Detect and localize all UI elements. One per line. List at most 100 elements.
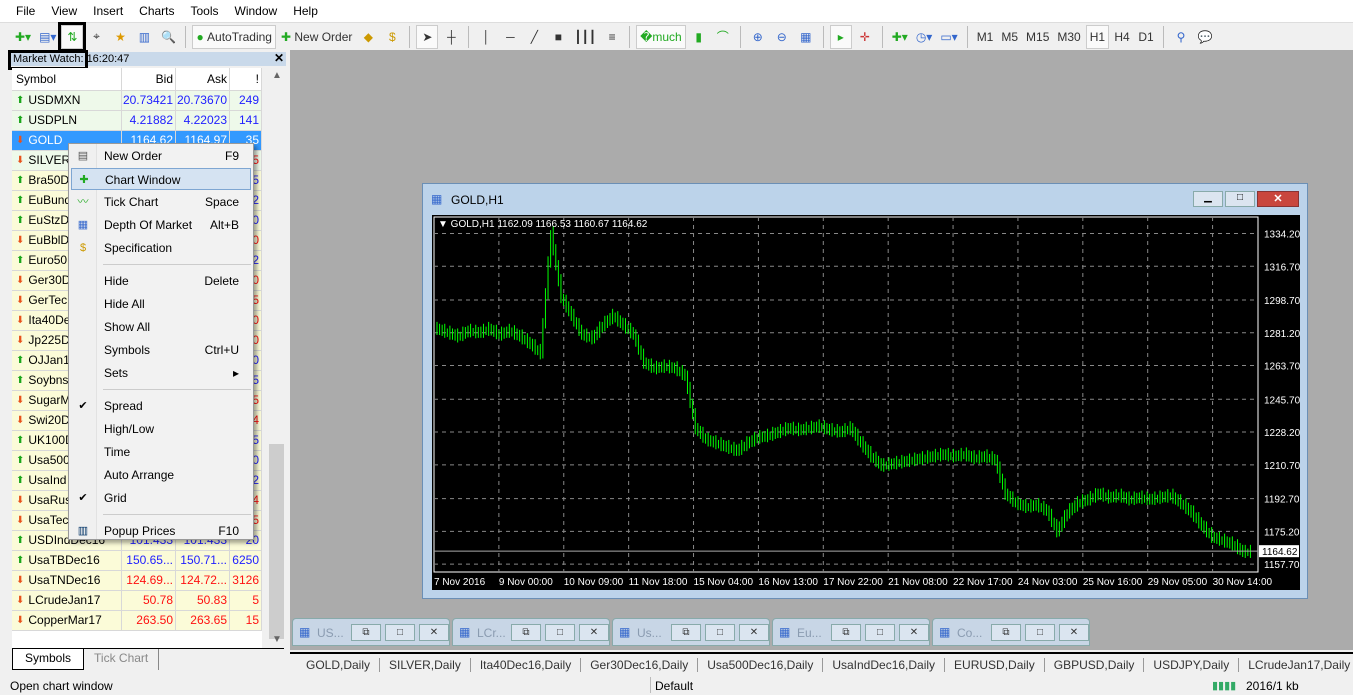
restore-button[interactable]: ⧉ bbox=[991, 624, 1021, 641]
minimized-chart-window[interactable]: ▦ LCr... ⧉ □ ✕ bbox=[452, 618, 610, 646]
maximize-button[interactable]: □ bbox=[545, 624, 575, 641]
timeframe-m30[interactable]: M30 bbox=[1054, 25, 1083, 49]
horizontal-line-icon[interactable]: ─ bbox=[499, 25, 521, 49]
autotrading-button[interactable]: ● AutoTrading bbox=[192, 24, 276, 49]
timeframe-m1[interactable]: M1 bbox=[974, 25, 997, 49]
column-header[interactable]: Symbol bbox=[12, 68, 122, 90]
menu-item-tick-chart[interactable]: 〰 Tick Chart Space bbox=[71, 191, 251, 213]
cursor-icon[interactable]: ➤ bbox=[416, 24, 439, 49]
minimized-chart-window[interactable]: ▦ Us... ⧉ □ ✕ bbox=[612, 618, 770, 646]
terminal-icon[interactable]: ▥ bbox=[133, 25, 155, 49]
restore-button[interactable]: ⧉ bbox=[671, 624, 701, 641]
chart-tab[interactable]: USDJPY,Daily bbox=[1144, 658, 1240, 672]
autoscroll-icon[interactable]: ▸ bbox=[829, 24, 852, 49]
timeframe-d1[interactable]: D1 bbox=[1135, 25, 1157, 49]
menu-item-hide-all[interactable]: Hide All bbox=[71, 293, 251, 315]
menu-item-chart-window[interactable]: ✚ Chart Window bbox=[71, 168, 251, 190]
timeframe-h1[interactable]: H1 bbox=[1085, 24, 1110, 49]
menu-item-show-all[interactable]: Show All bbox=[71, 316, 251, 338]
templates-icon[interactable]: ▭▾ bbox=[937, 25, 960, 49]
restore-button[interactable]: ⧉ bbox=[351, 624, 381, 641]
restore-button[interactable]: ⧉ bbox=[511, 624, 541, 641]
column-header[interactable]: ! bbox=[230, 68, 262, 90]
close-button[interactable]: ✕ bbox=[739, 624, 769, 641]
maximize-button[interactable]: □ bbox=[385, 624, 415, 641]
menu-item-time[interactable]: Time bbox=[71, 441, 251, 463]
menu-item-spread[interactable]: ✔ Spread bbox=[71, 395, 251, 417]
restore-button[interactable]: ⧉ bbox=[831, 624, 861, 641]
scroll-down-icon[interactable]: ▼ bbox=[272, 634, 282, 645]
search-icon[interactable]: ⚲ bbox=[1170, 25, 1192, 49]
column-header[interactable]: Ask bbox=[176, 68, 230, 90]
navigator-icon[interactable]: ⌖ bbox=[85, 25, 107, 49]
chart-tab[interactable]: GOLD,Daily bbox=[290, 658, 381, 672]
tile-windows-icon[interactable]: ▦ bbox=[795, 25, 817, 49]
column-header[interactable]: Bid bbox=[122, 68, 176, 90]
crosshair-icon[interactable]: ┼ bbox=[440, 25, 462, 49]
tab-tick-chart[interactable]: Tick Chart bbox=[84, 649, 160, 670]
timeframe-m15[interactable]: M15 bbox=[1023, 25, 1052, 49]
meta-editor-icon[interactable]: ◆ bbox=[357, 25, 379, 49]
chart-tab[interactable]: SILVER,Daily bbox=[380, 658, 471, 672]
tab-symbols[interactable]: Symbols bbox=[12, 649, 85, 670]
new-chart-icon[interactable]: ✚▾ bbox=[12, 25, 34, 49]
table-row[interactable]: ⬇ CopperMar17 263.50 263.65 15 bbox=[12, 611, 262, 631]
table-row[interactable]: ⬆ USDMXN 20.73421 20.73670 249 bbox=[12, 91, 262, 111]
chart-tab[interactable]: Ita40Dec16,Daily bbox=[471, 658, 582, 672]
maximize-button[interactable]: □ bbox=[1025, 624, 1055, 641]
menu-view[interactable]: View bbox=[43, 4, 85, 18]
timeframe-m5[interactable]: M5 bbox=[998, 25, 1021, 49]
menu-item-specification[interactable]: $ Specification bbox=[71, 237, 251, 259]
chart-tab[interactable]: UsaIndDec16,Daily bbox=[823, 658, 946, 672]
market-watch-button[interactable]: ⇅ bbox=[58, 21, 87, 52]
menu-tools[interactable]: Tools bbox=[183, 4, 227, 18]
zoom-in-icon[interactable]: ⊕ bbox=[747, 25, 769, 49]
tester-icon[interactable]: 🔍 bbox=[157, 25, 179, 49]
scroll-thumb[interactable] bbox=[269, 444, 284, 639]
menu-item-grid[interactable]: ✔ Grid bbox=[71, 487, 251, 509]
price-chart[interactable]: 1334.20 1316.70 1298.70 1281.20 1263.70 1245.… bbox=[432, 215, 1300, 590]
menu-help[interactable]: Help bbox=[285, 4, 326, 18]
close-button[interactable]: ✕ bbox=[1059, 624, 1089, 641]
vertical-line-icon[interactable]: │ bbox=[475, 25, 497, 49]
scrollbar[interactable]: ▲ ▼ bbox=[268, 68, 285, 648]
minimized-chart-window[interactable]: ▦ Co... ⧉ □ ✕ bbox=[932, 618, 1090, 646]
profiles-icon[interactable]: ▤▾ bbox=[36, 25, 59, 49]
menu-item-auto-arrange[interactable]: Auto Arrange bbox=[71, 464, 251, 486]
close-button[interactable]: ✕ bbox=[419, 624, 449, 641]
close-button[interactable]: ✕ bbox=[1257, 191, 1299, 207]
favorites-icon[interactable]: ★ bbox=[109, 25, 131, 49]
menu-item-sets[interactable]: Sets ▸ bbox=[71, 362, 251, 384]
menu-item-hide[interactable]: Hide Delete bbox=[71, 270, 251, 292]
dollar-icon[interactable]: $ bbox=[381, 25, 403, 49]
scroll-up-icon[interactable]: ▲ bbox=[272, 70, 282, 81]
minimized-chart-window[interactable]: ▦ Eu... ⧉ □ ✕ bbox=[772, 618, 930, 646]
zoom-out-icon[interactable]: ⊖ bbox=[771, 25, 793, 49]
menu-file[interactable]: File bbox=[8, 4, 43, 18]
close-icon[interactable]: ✕ bbox=[274, 51, 284, 65]
maximize-button[interactable]: □ bbox=[865, 624, 895, 641]
chart-tab[interactable]: EURUSD,Daily bbox=[945, 658, 1045, 672]
menu-window[interactable]: Window bbox=[227, 4, 286, 18]
chart-tab[interactable]: LCrudeJan17,Daily bbox=[1239, 658, 1353, 672]
menu-item-new-order[interactable]: ▤ New Order F9 bbox=[71, 145, 251, 167]
minimized-chart-window[interactable]: ▦ US... ⧉ □ ✕ bbox=[292, 618, 450, 646]
menu-insert[interactable]: Insert bbox=[85, 4, 131, 18]
timeframe-h4[interactable]: H4 bbox=[1111, 25, 1133, 49]
fibonacci-icon[interactable]: ≡ bbox=[601, 25, 623, 49]
bar-chart-icon[interactable]: �much bbox=[636, 24, 686, 49]
candlestick-icon[interactable]: ▮ bbox=[688, 25, 710, 49]
table-row[interactable]: ⬇ UsaTNDec16 124.69... 124.72... 3126 bbox=[12, 571, 262, 591]
menu-charts[interactable]: Charts bbox=[131, 4, 182, 18]
table-row[interactable]: ⬇ LCrudeJan17 50.78 50.83 5 bbox=[12, 591, 262, 611]
chat-icon[interactable]: 💬 bbox=[1194, 25, 1216, 49]
new-order-button[interactable]: ✚ New Order bbox=[278, 25, 355, 49]
maximize-button[interactable]: □ bbox=[705, 624, 735, 641]
periods-icon[interactable]: ◷▾ bbox=[913, 25, 936, 49]
table-row[interactable]: ⬆ UsaTBDec16 150.65... 150.71... 6250 bbox=[12, 551, 262, 571]
trendline-icon[interactable]: ╱ bbox=[523, 25, 545, 49]
menu-item-symbols[interactable]: Symbols Ctrl+U bbox=[71, 339, 251, 361]
line-chart-icon[interactable]: ⌒ bbox=[712, 25, 734, 49]
minimize-button[interactable]: ▁ bbox=[1193, 191, 1223, 207]
menu-item-popup-prices[interactable]: ▥ Popup Prices F10 bbox=[71, 520, 251, 542]
